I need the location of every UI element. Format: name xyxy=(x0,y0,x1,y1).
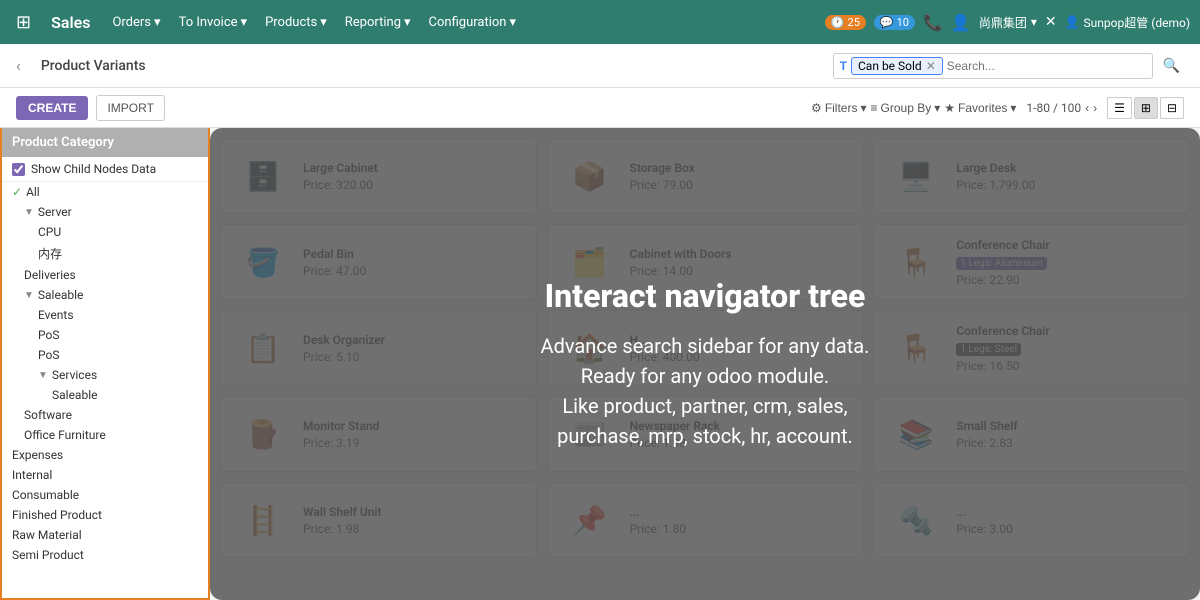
favorites-button[interactable]: ★ Favorites ▾ xyxy=(944,101,1016,115)
pagination-text: 1-80 / 100 xyxy=(1026,101,1081,115)
sidebar-item-finished-product[interactable]: Finished Product xyxy=(2,505,208,525)
show-child-nodes-row[interactable]: Show Child Nodes Data xyxy=(2,157,208,182)
filter-icon: ⚙ xyxy=(811,101,822,115)
t-filter-icon: T xyxy=(840,59,847,73)
clock-badge[interactable]: 🕐 25 xyxy=(825,15,866,30)
menu-orders[interactable]: Orders ▾ xyxy=(104,11,168,34)
groupby-icon: ≡ xyxy=(871,101,878,115)
overlay-body: Advance search sidebar for any data. Rea… xyxy=(541,331,870,451)
sidebar-item-server[interactable]: ▼ Server xyxy=(2,202,208,222)
search-tag-can-be-sold[interactable]: Can be Sold ✕ xyxy=(851,57,943,75)
close-icon[interactable]: ✕ xyxy=(1045,14,1057,30)
sidebar-item-memory[interactable]: 内存 xyxy=(2,242,208,265)
sidebar-item-all[interactable]: ✓ All xyxy=(2,182,208,202)
sidebar-item-semi-product[interactable]: Semi Product xyxy=(2,545,208,565)
overlay-title: Interact navigator tree xyxy=(545,277,866,315)
sidebar-item-pos-1[interactable]: PoS xyxy=(2,325,208,345)
sidebar-item-internal[interactable]: Internal xyxy=(2,465,208,485)
topnav-right: 🕐 25 💬 10 📞 👤 尚鼎集团 ▾ ✕ 👤 Sunpop超管 (demo) xyxy=(825,13,1190,32)
remove-tag-icon[interactable]: ✕ xyxy=(926,59,936,73)
menu-products[interactable]: Products ▾ xyxy=(257,11,335,34)
star-icon: ★ xyxy=(944,101,955,115)
phone-icon[interactable]: 📞 xyxy=(923,13,943,32)
sidebar-item-software[interactable]: Software xyxy=(2,405,208,425)
user-menu[interactable]: 👤 Sunpop超管 (demo) xyxy=(1065,14,1190,31)
subheader: ‹ Product Variants T Can be Sold ✕ 🔍 xyxy=(0,44,1200,88)
product-grid: 🗄️ Large Cabinet Price: 320.00 📦 Storage… xyxy=(210,128,1200,600)
search-submit-icon[interactable]: 🔍 xyxy=(1159,56,1184,76)
action-bar: CREATE IMPORT ⚙ Filters ▾ ≡ Group By ▾ ★… xyxy=(0,88,1200,128)
sidebar-item-expenses[interactable]: Expenses xyxy=(2,445,208,465)
sidebar-item-pos-2[interactable]: PoS xyxy=(2,345,208,365)
list-view-button[interactable]: ☰ xyxy=(1107,97,1132,119)
contacts-icon[interactable]: 👤 xyxy=(951,13,971,32)
sidebar-item-saleable-sub[interactable]: Saleable xyxy=(2,385,208,405)
kanban-view-button[interactable]: ⊞ xyxy=(1134,97,1158,119)
sidebar-item-events[interactable]: Events xyxy=(2,305,208,325)
sidebar-item-consumable[interactable]: Consumable xyxy=(2,485,208,505)
pagination: 1-80 / 100 ‹ › xyxy=(1026,101,1097,115)
sidebar-item-office-furniture[interactable]: Office Furniture xyxy=(2,425,208,445)
show-child-nodes-checkbox[interactable] xyxy=(12,163,25,176)
menu-reporting[interactable]: Reporting ▾ xyxy=(337,11,419,34)
main-layout: Product Category Show Child Nodes Data ✓… xyxy=(0,128,1200,600)
sidebar-title: Product Category xyxy=(12,135,114,150)
promo-overlay: Interact navigator tree Advance search s… xyxy=(210,128,1200,600)
sidebar-item-saleable[interactable]: ▼ Saleable xyxy=(2,285,208,305)
import-button[interactable]: IMPORT xyxy=(96,95,164,121)
menu-configuration[interactable]: Configuration ▾ xyxy=(421,11,525,34)
chat-badge[interactable]: 💬 10 xyxy=(874,15,915,30)
org-selector[interactable]: 尚鼎集团 ▾ xyxy=(979,14,1037,31)
check-icon: ✓ xyxy=(12,185,22,199)
next-page-button[interactable]: › xyxy=(1093,101,1097,115)
chevron-down-icon: ▼ xyxy=(24,207,34,218)
prev-page-button[interactable]: ‹ xyxy=(1085,101,1089,115)
grid-view-button[interactable]: ⊟ xyxy=(1160,97,1184,119)
sidebar-item-services[interactable]: ▼ Services xyxy=(2,365,208,385)
groupby-button[interactable]: ≡ Group By ▾ xyxy=(871,101,941,115)
page-title: Product Variants xyxy=(41,58,146,74)
search-input[interactable] xyxy=(943,59,1146,73)
view-toggle: ☰ ⊞ ⊟ xyxy=(1107,97,1184,119)
main-menu: Orders ▾ To Invoice ▾ Products ▾ Reporti… xyxy=(104,11,524,34)
actionbar-right: ⚙ Filters ▾ ≡ Group By ▾ ★ Favorites ▾ 1… xyxy=(811,97,1184,119)
top-navigation: ⊞ Sales Orders ▾ To Invoice ▾ Products ▾… xyxy=(0,0,1200,44)
sidebar-item-deliveries[interactable]: Deliveries xyxy=(2,265,208,285)
brand-name: Sales xyxy=(43,13,98,32)
search-area: T Can be Sold ✕ 🔍 xyxy=(684,53,1184,79)
chevron-down-icon: ▼ xyxy=(38,370,48,381)
chevron-down-icon: ▼ xyxy=(24,290,34,301)
back-icon[interactable]: ‹ xyxy=(16,56,21,75)
create-button[interactable]: CREATE xyxy=(16,96,88,120)
sidebar-item-cpu[interactable]: CPU xyxy=(2,222,208,242)
search-bar[interactable]: T Can be Sold ✕ xyxy=(833,53,1153,79)
filters-button[interactable]: ⚙ Filters ▾ xyxy=(811,101,866,115)
filters-group: ⚙ Filters ▾ ≡ Group By ▾ ★ Favorites ▾ xyxy=(811,101,1016,115)
menu-to-invoice[interactable]: To Invoice ▾ xyxy=(171,11,256,34)
sidebar: Product Category Show Child Nodes Data ✓… xyxy=(0,128,210,600)
apps-icon[interactable]: ⊞ xyxy=(10,8,37,37)
sidebar-header: Product Category xyxy=(2,128,208,157)
show-child-nodes-label: Show Child Nodes Data xyxy=(31,162,156,176)
sidebar-item-raw-material[interactable]: Raw Material xyxy=(2,525,208,545)
